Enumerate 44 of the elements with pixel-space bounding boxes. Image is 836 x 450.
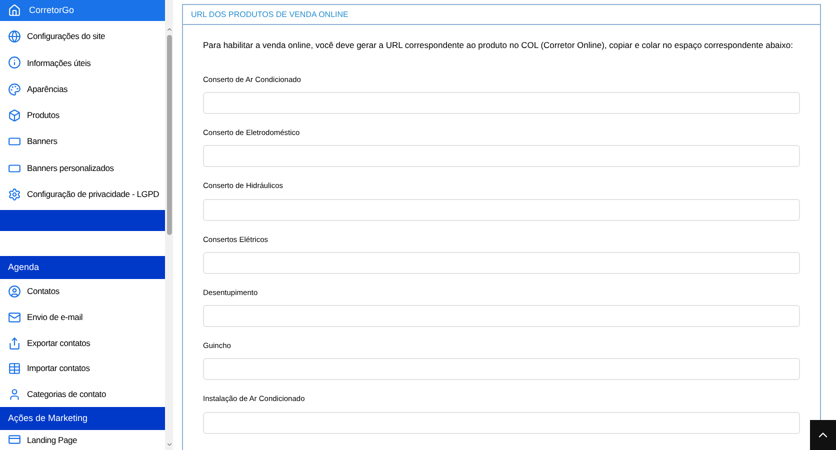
- input-field[interactable]: [203, 198, 800, 220]
- globe-icon: [8, 30, 21, 44]
- settings-icon: [8, 188, 21, 201]
- input-field[interactable]: [203, 412, 800, 434]
- scroll-top-button[interactable]: [810, 420, 836, 450]
- info-icon: [8, 56, 21, 70]
- input-field[interactable]: [203, 252, 800, 274]
- sidebar-item[interactable]: Exportar contatos: [0, 330, 165, 356]
- scroll-thumb[interactable]: [166, 35, 172, 235]
- share-icon: [8, 336, 21, 350]
- user-icon: [8, 388, 21, 401]
- input-field[interactable]: [203, 145, 800, 168]
- sidebar-header[interactable]: CorretorGo: [0, 0, 165, 22]
- card-icon: [8, 433, 21, 446]
- sidebar-item[interactable]: Categorias de contato: [0, 381, 165, 407]
- panel-title: URL DOS PRODUTOS DE VENDA ONLINE: [183, 5, 820, 25]
- intro-text: Para habilitar a venda online, você deve gerar a URL correspondente ao produto no COL (Corretor Online), copiar e colar no espaço correspondente abaixo:: [203, 39, 794, 52]
- input-field[interactable]: [203, 358, 800, 380]
- section-header[interactable]: Ações de Marketing: [0, 406, 165, 430]
- input-field[interactable]: [203, 305, 800, 327]
- box-icon: [8, 108, 21, 122]
- scroll-down-icon[interactable]: [166, 441, 172, 448]
- sidebar-item[interactable]: Aparências: [0, 76, 165, 102]
- sidebar-item[interactable]: Produtos: [0, 102, 165, 129]
- palette-icon: [8, 82, 21, 96]
- sidebar-item[interactable]: Landing Page: [0, 430, 165, 450]
- sidebar-item[interactable]: Contatos: [0, 279, 165, 305]
- sidebar-item[interactable]: Informações úteis: [0, 50, 165, 76]
- section-header[interactable]: Agenda: [0, 256, 165, 280]
- scrollbar[interactable]: [165, 0, 173, 450]
- home-icon: [8, 4, 21, 18]
- mail-icon: [8, 310, 21, 324]
- sidebar-item[interactable]: Banners personalizados: [0, 154, 165, 182]
- sidebar-item[interactable]: Envio de e-mail: [0, 304, 165, 330]
- banner-icon: [8, 162, 21, 175]
- sidebar-item[interactable]: Banners: [0, 128, 165, 155]
- contact-icon: [8, 285, 21, 298]
- sidebar-item[interactable]: Importar contatos: [0, 356, 165, 382]
- sidebar-item[interactable]: Configurações do site: [0, 23, 165, 50]
- scroll-up-icon[interactable]: [166, 26, 172, 33]
- input-field[interactable]: [203, 92, 800, 114]
- sidebar-item[interactable]: Configuração de privacidade - LGPD: [0, 181, 165, 208]
- table-icon: [8, 362, 21, 376]
- banner-icon: [8, 135, 21, 148]
